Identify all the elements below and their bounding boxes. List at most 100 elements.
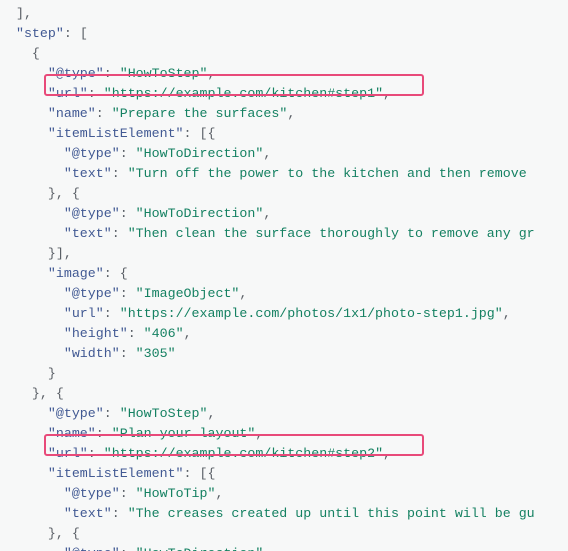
code-line: "@type": "HowToTip", <box>0 484 568 504</box>
token-p: : <box>88 446 104 461</box>
token-k: "text" <box>64 506 112 521</box>
code-line: "width": "305" <box>0 344 568 364</box>
token-p: : <box>120 206 136 221</box>
token-p: }, { <box>48 526 80 541</box>
code-line: "@type": "HowToStep", <box>0 64 568 84</box>
token-k: "itemListElement" <box>48 126 184 141</box>
code-line: } <box>0 364 568 384</box>
token-p: , <box>383 446 391 461</box>
token-p: , <box>184 326 192 341</box>
token-k: "text" <box>64 226 112 241</box>
token-p: : <box>128 326 144 341</box>
token-s: "HowToDirection" <box>136 546 264 551</box>
token-p: : [{ <box>184 466 216 481</box>
code-line: "url": "https://example.com/kitchen#step… <box>0 84 568 104</box>
token-s: "305" <box>136 346 176 361</box>
token-s: "The creases created up until this point… <box>128 506 535 521</box>
token-k: "itemListElement" <box>48 466 184 481</box>
code-line: "@type": "HowToStep", <box>0 404 568 424</box>
token-p: , <box>263 146 271 161</box>
token-s: "HowToStep" <box>120 66 208 81</box>
token-k: "width" <box>64 346 120 361</box>
token-p: : <box>112 166 128 181</box>
token-s: "HowToDirection" <box>136 206 264 221</box>
token-s: "ImageObject" <box>136 286 240 301</box>
token-s: "HowToTip" <box>136 486 216 501</box>
code-line: }, { <box>0 184 568 204</box>
token-p: : <box>120 346 136 361</box>
token-s: "406" <box>144 326 184 341</box>
token-p: : <box>96 426 112 441</box>
code-line: "itemListElement": [{ <box>0 464 568 484</box>
token-p: , <box>383 86 391 101</box>
token-p: , <box>263 206 271 221</box>
token-k: "url" <box>48 446 88 461</box>
token-p: : <box>120 146 136 161</box>
token-p: , <box>208 66 216 81</box>
token-k: "@type" <box>64 206 120 221</box>
code-line: "itemListElement": [{ <box>0 124 568 144</box>
token-k: "@type" <box>64 546 120 551</box>
token-p: : <box>120 286 136 301</box>
code-line: "name": "Prepare the surfaces", <box>0 104 568 124</box>
token-p: : [ <box>64 26 88 41</box>
token-p: }, { <box>48 186 80 201</box>
code-line: "@type": "HowToDirection", <box>0 144 568 164</box>
code-line: "@type": "HowToDirection", <box>0 204 568 224</box>
token-s: "Prepare the surfaces" <box>112 106 288 121</box>
token-p: : <box>88 86 104 101</box>
token-s: "HowToDirection" <box>136 146 264 161</box>
token-k: "@type" <box>64 486 120 501</box>
code-line: "text": "The creases created up until th… <box>0 504 568 524</box>
token-p: : <box>112 226 128 241</box>
token-p: , <box>503 306 511 321</box>
token-p: : <box>96 106 112 121</box>
code-block: ], "step": [ { "@type": "HowToStep", "ur… <box>0 0 568 551</box>
token-p: : <box>112 506 128 521</box>
code-line: "url": "https://example.com/photos/1x1/p… <box>0 304 568 324</box>
token-p: : <box>120 546 136 551</box>
token-p: : <box>104 66 120 81</box>
token-s: "Then clean the surface thoroughly to re… <box>128 226 535 241</box>
token-k: "@type" <box>64 286 120 301</box>
token-p: }, { <box>32 386 64 401</box>
token-s: "Turn off the power to the kitchen and t… <box>128 166 535 181</box>
token-k: "name" <box>48 426 96 441</box>
code-line: "step": [ <box>0 24 568 44</box>
token-k: "url" <box>64 306 104 321</box>
code-line: "text": "Turn off the power to the kitch… <box>0 164 568 184</box>
token-p: : [{ <box>184 126 216 141</box>
token-k: "text" <box>64 166 112 181</box>
token-p: : <box>104 406 120 421</box>
code-line: }, { <box>0 524 568 544</box>
token-s: "https://example.com/photos/1x1/photo-st… <box>120 306 503 321</box>
token-k: "url" <box>48 86 88 101</box>
code-lines: ], "step": [ { "@type": "HowToStep", "ur… <box>0 0 568 551</box>
token-p: : { <box>104 266 128 281</box>
code-line: "height": "406", <box>0 324 568 344</box>
token-s: "https://example.com/kitchen#step2" <box>104 446 383 461</box>
code-line: "@type": "HowToDirection", <box>0 544 568 551</box>
code-line: ], <box>0 4 568 24</box>
token-p: { <box>32 46 40 61</box>
token-p: , <box>255 426 263 441</box>
token-p: : <box>104 306 120 321</box>
code-line: "text": "Then clean the surface thorough… <box>0 224 568 244</box>
token-s: "HowToStep" <box>120 406 208 421</box>
token-s: "Plan your layout" <box>112 426 256 441</box>
token-p: , <box>287 106 295 121</box>
token-p: , <box>239 286 247 301</box>
code-line: "image": { <box>0 264 568 284</box>
token-p: , <box>215 486 223 501</box>
code-line: "url": "https://example.com/kitchen#step… <box>0 444 568 464</box>
token-p: } <box>48 366 56 381</box>
code-line: }], <box>0 244 568 264</box>
token-k: "height" <box>64 326 128 341</box>
code-line: "name": "Plan your layout", <box>0 424 568 444</box>
token-k: "@type" <box>48 406 104 421</box>
token-k: "name" <box>48 106 96 121</box>
code-line: { <box>0 44 568 64</box>
code-line: }, { <box>0 384 568 404</box>
token-p: , <box>208 406 216 421</box>
token-s: "https://example.com/kitchen#step1" <box>104 86 383 101</box>
